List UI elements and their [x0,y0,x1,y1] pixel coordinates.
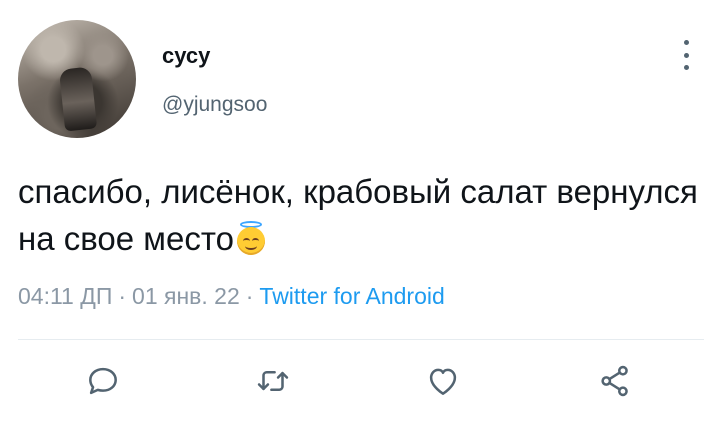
action-bar [0,358,720,404]
retweet-icon [257,371,289,391]
divider [18,339,704,340]
more-options-icon[interactable] [678,40,694,70]
speech-bubble-icon [89,367,117,395]
reply-button[interactable] [80,358,126,404]
smiling-face-with-halo-icon [236,221,266,255]
meta-separator: · [118,283,127,309]
more-dot [683,52,689,58]
more-dot [683,65,689,70]
share-icon [601,365,628,397]
display-name[interactable]: сусу [162,43,210,69]
tweet-date[interactable]: 01 янв. 22 [132,283,240,309]
tweet-source-link[interactable]: Twitter for Android [259,283,444,309]
tweet-meta: 04:11 ДП · 01 янв. 22 · Twitter for Android [18,283,445,310]
avatar[interactable] [18,20,136,138]
share-button[interactable] [592,358,638,404]
more-dot [683,40,689,45]
avatar-figure [58,66,98,132]
tweet-text: спасибо, лисёнок, крабовый салат вернулс… [18,168,708,262]
user-handle[interactable]: @yjungsoo [162,93,267,117]
tweet-time[interactable]: 04:11 ДП [18,283,112,309]
heart-icon [429,368,457,395]
retweet-button[interactable] [250,358,296,404]
like-button[interactable] [420,358,466,404]
meta-separator: · [245,283,254,309]
tweet-body: спасибо, лисёнок, крабовый салат вернулс… [18,173,698,257]
